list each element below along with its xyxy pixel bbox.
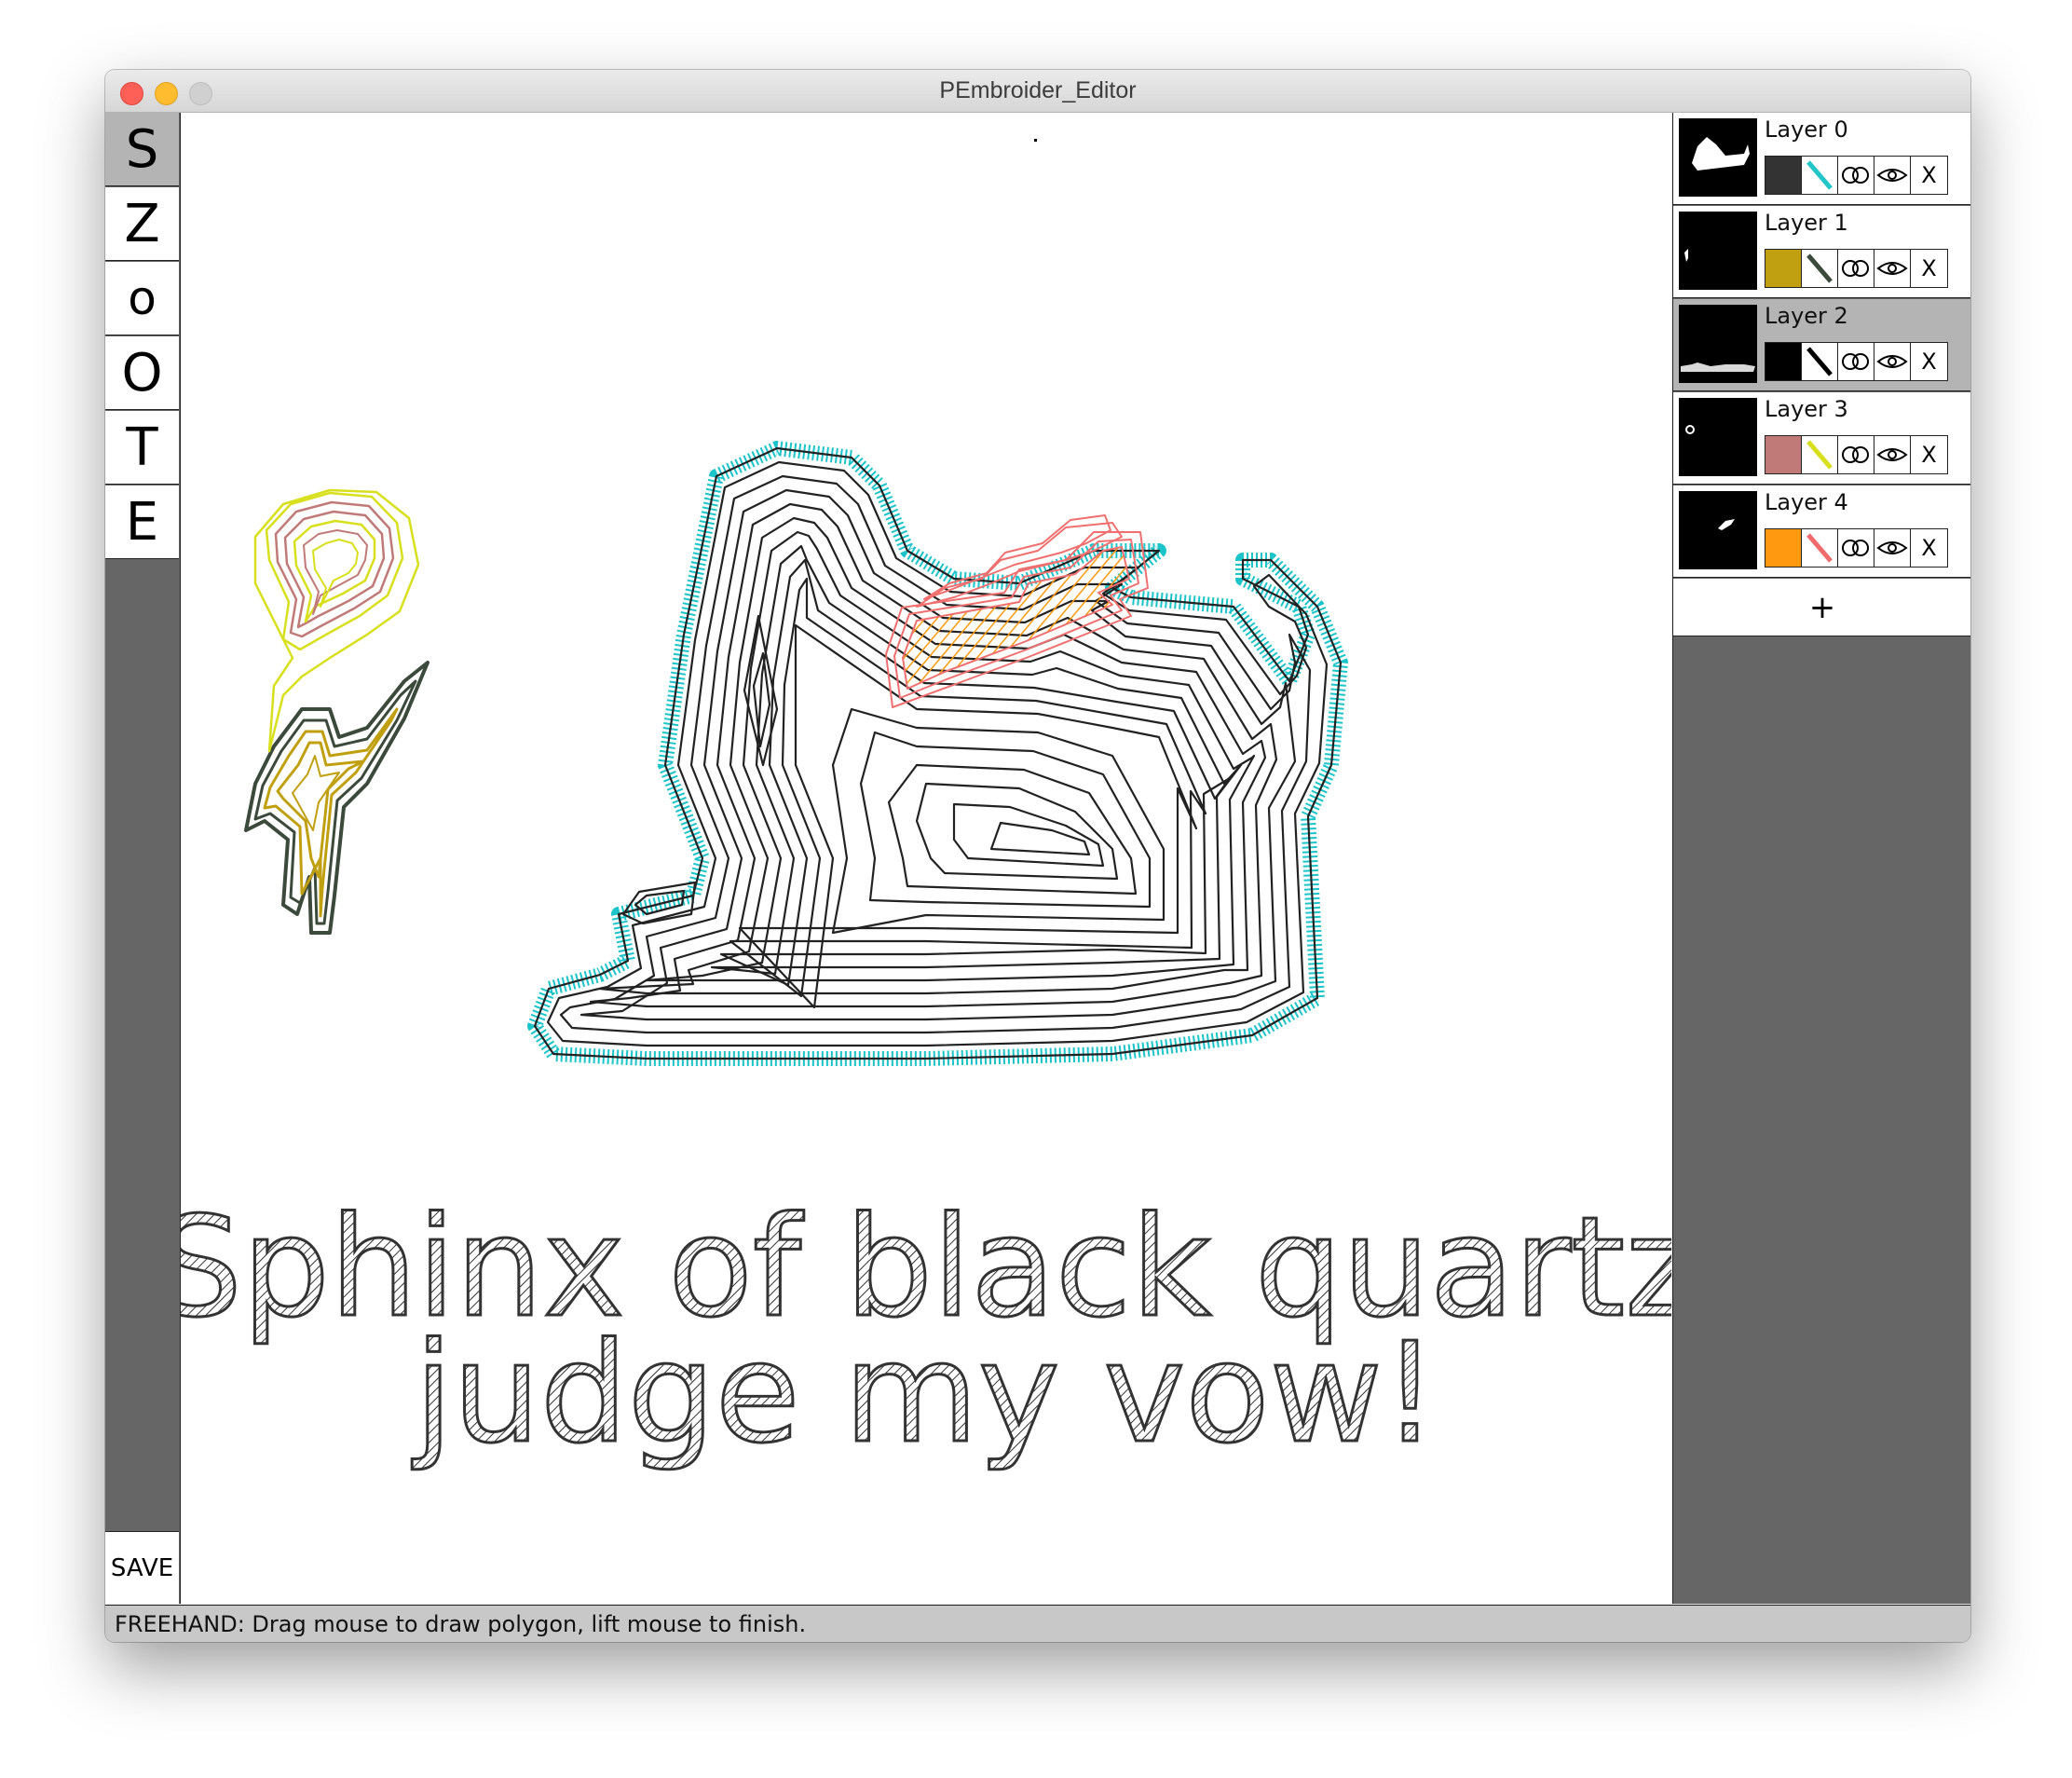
layer-thumbnail: [1679, 118, 1757, 197]
eye-icon[interactable]: [1874, 436, 1911, 473]
eye-icon[interactable]: [1874, 250, 1911, 287]
tool-o-small-button[interactable]: o: [105, 262, 179, 335]
link-icon[interactable]: [1838, 157, 1874, 194]
layer-name: Layer 0: [1765, 116, 1848, 143]
layer-thumbnail: [1679, 491, 1757, 569]
status-bar: FREEHAND: Drag mouse to draw polygon, li…: [105, 1605, 1970, 1642]
layer-stroke-icon[interactable]: [1802, 250, 1838, 287]
layer-name: Layer 3: [1765, 396, 1848, 422]
canvas-artwork: Sphinx of black quartz judge my vow!: [181, 139, 1671, 1475]
title-bar: PEmbroider_Editor: [105, 70, 1970, 113]
layer-name: Layer 2: [1765, 303, 1848, 329]
save-button[interactable]: SAVE: [105, 1531, 179, 1604]
layer-name: Layer 1: [1765, 210, 1848, 236]
layer-row-3[interactable]: Layer 3 X: [1673, 392, 1970, 485]
layer-row-2[interactable]: Layer 2 X: [1673, 299, 1970, 391]
layer-stroke-icon[interactable]: [1802, 343, 1838, 380]
layer-color-swatch[interactable]: [1765, 343, 1802, 380]
layer-thumbnail: [1679, 305, 1757, 383]
tool-o-large-button[interactable]: O: [105, 336, 179, 410]
add-layer-button[interactable]: +: [1673, 579, 1970, 636]
layer-color-swatch[interactable]: [1765, 529, 1802, 567]
layer-row-1[interactable]: Layer 1 X: [1673, 206, 1970, 298]
tool-t-button[interactable]: T: [105, 411, 179, 485]
eye-icon[interactable]: [1874, 157, 1911, 194]
stray-dot: [1034, 139, 1037, 142]
window-title: PEmbroider_Editor: [939, 77, 1137, 103]
layer-color-swatch[interactable]: [1765, 250, 1802, 287]
tool-sidebar: S Z o O T E SAVE: [105, 113, 181, 1604]
delete-layer-button[interactable]: X: [1911, 343, 1947, 380]
drawing-canvas[interactable]: Sphinx of black quartz judge my vow!: [181, 113, 1671, 1604]
eye-icon[interactable]: [1874, 343, 1911, 380]
layer-stroke-icon[interactable]: [1802, 436, 1838, 473]
link-icon[interactable]: [1838, 529, 1874, 567]
layer-row-4[interactable]: Layer 4 X: [1673, 486, 1970, 578]
layer-thumbnail: [1679, 212, 1757, 290]
layer-color-swatch[interactable]: [1765, 436, 1802, 473]
layer-color-swatch[interactable]: [1765, 157, 1802, 194]
layer-stroke-icon[interactable]: [1802, 157, 1838, 194]
layer-thumbnail: [1679, 398, 1757, 476]
sphinx-contour-fill: [533, 446, 1343, 1060]
canvas-text-line2: judge my vow!: [412, 1313, 1438, 1473]
delete-layer-button[interactable]: X: [1911, 436, 1947, 473]
delete-layer-button[interactable]: X: [1911, 529, 1947, 567]
eye-icon[interactable]: [1874, 529, 1911, 567]
layers-panel: Layer 0 X Layer 1 X Layer 2 X Layer 3 X …: [1672, 113, 1970, 1604]
delete-layer-button[interactable]: X: [1911, 157, 1947, 194]
tool-e-button[interactable]: E: [105, 486, 179, 559]
editor-window: PEmbroider_Editor S Z o O T E SAVE Sphin…: [105, 70, 1970, 1642]
tool-s-button[interactable]: S: [105, 113, 179, 186]
layer-row-0[interactable]: Layer 0 X: [1673, 113, 1970, 205]
link-icon[interactable]: [1838, 436, 1874, 473]
tool-z-button[interactable]: Z: [105, 187, 179, 261]
delete-layer-button[interactable]: X: [1911, 250, 1947, 287]
link-icon[interactable]: [1838, 250, 1874, 287]
link-icon[interactable]: [1838, 343, 1874, 380]
layer-stroke-icon[interactable]: [1802, 529, 1838, 567]
layer-name: Layer 4: [1765, 489, 1848, 515]
